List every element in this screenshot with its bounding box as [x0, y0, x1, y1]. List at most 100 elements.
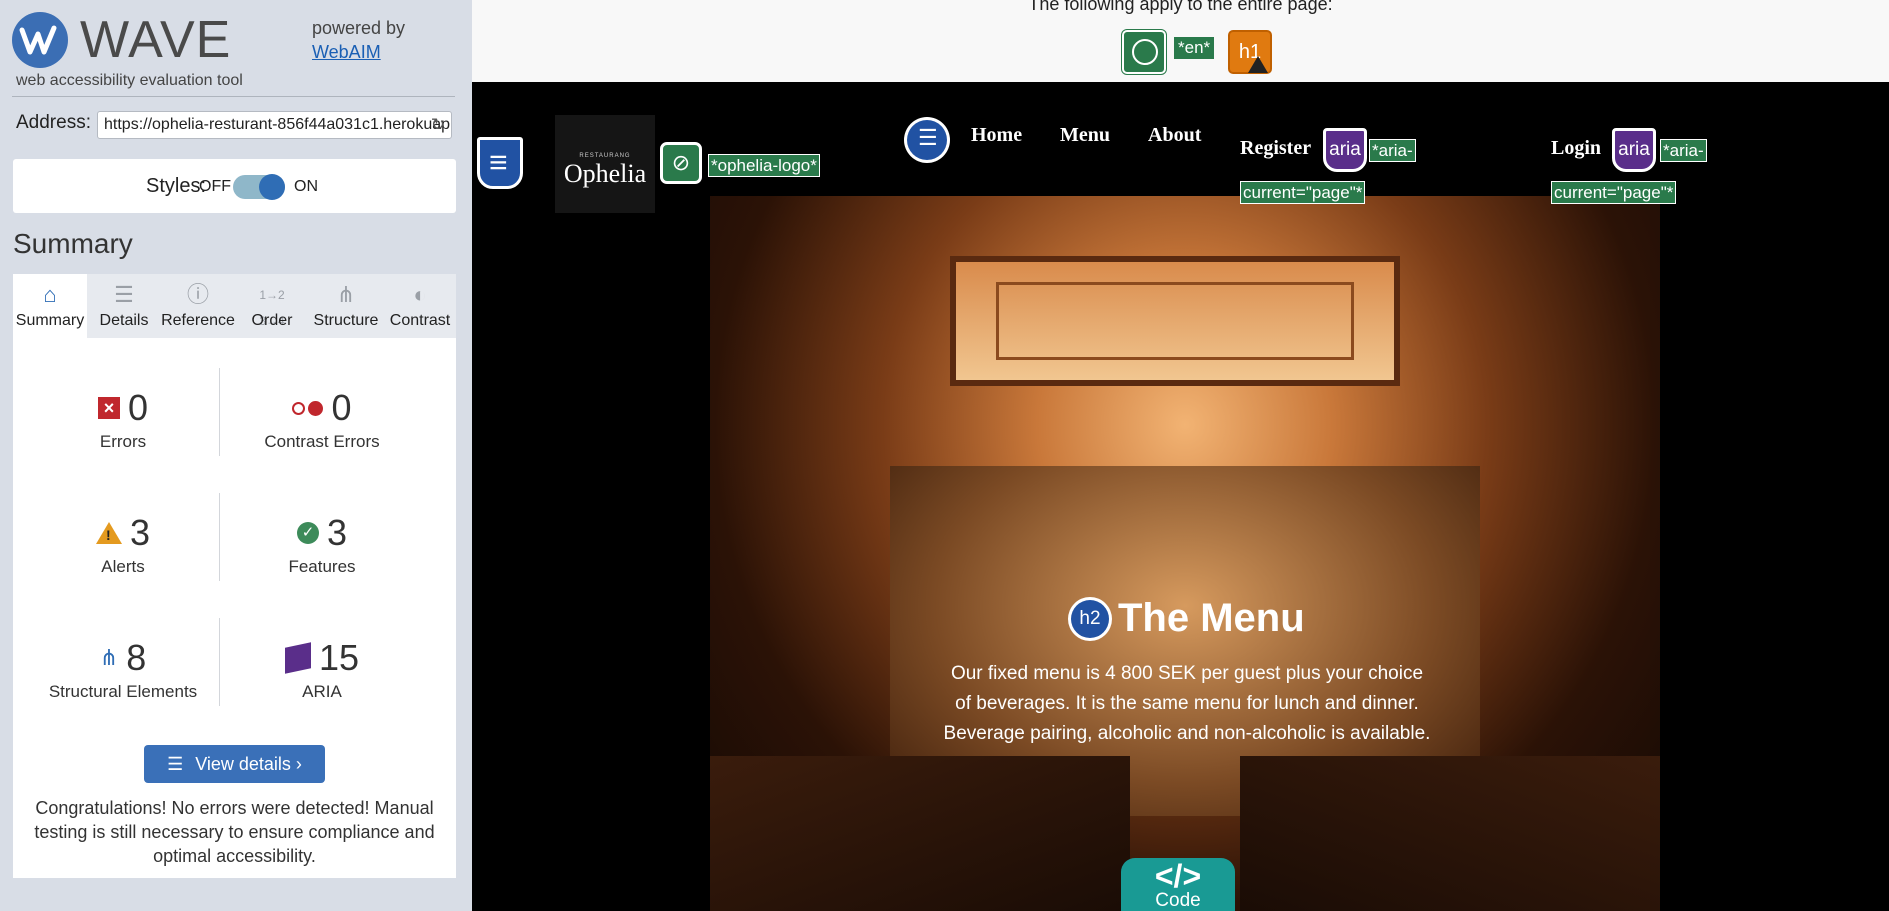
site-logo[interactable]: RESTAURANG Ophelia	[555, 115, 655, 213]
aria-current-tag: current="page"*	[1551, 181, 1677, 204]
aria-icon	[284, 642, 311, 674]
errors-label: Errors	[99, 432, 147, 451]
errors-stat[interactable]: × 0 Errors	[23, 387, 223, 452]
h2-icon[interactable]: h2	[1068, 596, 1112, 641]
tab-reference[interactable]: ⓘ Reference	[161, 274, 235, 338]
code-label: Code	[1155, 890, 1201, 911]
aria-current-tag: *aria-	[1660, 139, 1707, 162]
tab-label: Summary	[15, 312, 85, 329]
structural-label: Structural Elements	[48, 682, 198, 701]
aria-current-tag: current="page"*	[1240, 181, 1366, 204]
alert-icon: !	[95, 522, 122, 544]
link-icon[interactable]: ⊘	[660, 142, 702, 184]
structure-icon: ⋔	[99, 645, 119, 670]
hero-image	[710, 196, 1660, 911]
wave-logo-icon	[12, 12, 68, 68]
congrats-message: Congratulations! No errors were detected…	[34, 798, 435, 866]
summary-heading: Summary	[13, 228, 133, 259]
alerts-count: 3	[129, 512, 151, 553]
aria-count: 15	[318, 637, 360, 678]
styles-toggle[interactable]	[233, 174, 285, 200]
tab-details[interactable]: ☰ Details	[87, 274, 161, 338]
alerts-stat[interactable]: ! 3 Alerts	[23, 512, 223, 577]
wave-sidebar: WAVE web accessibility evaluation tool p…	[0, 0, 472, 911]
webaim-link[interactable]: WebAIM	[312, 40, 405, 64]
code-icon: </>	[1154, 858, 1202, 894]
powered-by-text: powered by	[312, 18, 406, 38]
structural-count: 8	[126, 637, 147, 678]
divider	[12, 96, 455, 97]
table-left	[710, 756, 1130, 911]
contrast-icon: ◐	[413, 282, 427, 307]
language-icon[interactable]	[1122, 30, 1166, 74]
contrast-error-icon	[292, 400, 324, 416]
menu-title: The Menu	[1118, 596, 1305, 640]
evaluated-page: The following apply to the entire page: …	[472, 0, 1889, 911]
error-icon: ×	[97, 397, 120, 419]
contrast-errors-count: 0	[331, 387, 352, 428]
aria-icon[interactable]: aria	[1612, 128, 1656, 172]
order-icon: 1→2 3→4	[259, 288, 285, 328]
list-icon: ☰	[167, 754, 184, 774]
divider	[219, 493, 220, 581]
features-count: 3	[326, 512, 348, 553]
address-value: https://ophelia-resturant-856f44a031c1.h…	[104, 116, 451, 133]
nav-about[interactable]: About	[1148, 124, 1201, 147]
nav-login[interactable]: Login	[1551, 137, 1601, 160]
address-input[interactable]: https://ophelia-resturant-856f44a031c1.h…	[97, 111, 452, 139]
tab-label: Details	[99, 312, 149, 329]
styles-off-label: OFF	[199, 178, 231, 195]
powered-by: powered by WebAIM	[312, 16, 405, 64]
home-icon: ⌂	[43, 282, 57, 307]
tab-label: Contrast	[389, 312, 451, 329]
aria-icon[interactable]: aria	[1323, 128, 1367, 172]
language-tag: *en*	[1174, 37, 1215, 59]
ceiling-light	[950, 256, 1400, 386]
divider	[219, 618, 220, 706]
info-icon: ⓘ	[186, 282, 209, 307]
tab-structure[interactable]: ⋔ Structure	[309, 274, 383, 338]
styles-toggle-panel: Styles: OFF ON	[13, 159, 456, 213]
contrast-errors-stat[interactable]: 0 Contrast Errors	[222, 387, 422, 452]
panel-tabs: ⌂ Summary ☰ Details ⓘ Reference 1→2 3→4 …	[13, 274, 456, 338]
list-icon: ☰	[114, 282, 134, 307]
menu-description: Our fixed menu is 4 800 SEK per guest pl…	[943, 663, 1431, 744]
tab-label: Structure	[313, 312, 379, 329]
checkmark-icon: ✓	[296, 522, 319, 544]
code-toggle-button[interactable]: </> Code	[1121, 858, 1235, 911]
logo-alt-tag: *ophelia-logo*	[708, 154, 820, 177]
tab-label: Reference	[161, 312, 235, 329]
structural-stat[interactable]: ⋔ 8 Structural Elements	[23, 637, 223, 702]
tab-summary[interactable]: ⌂ Summary	[13, 274, 87, 338]
address-label: Address:	[16, 112, 91, 133]
tab-label: Order	[251, 312, 293, 329]
menu-heading: h2 The Menu	[1068, 596, 1305, 641]
styles-on-label: ON	[294, 178, 318, 195]
divider	[219, 368, 220, 456]
view-details-button[interactable]: ☰ View details ›	[144, 745, 325, 783]
aria-label: ARIA	[302, 682, 342, 701]
h2-icon-text: h2	[1071, 599, 1109, 638]
refresh-icon[interactable]: ↻	[431, 115, 445, 135]
logo-text: Ophelia	[563, 159, 647, 188]
aria-stat[interactable]: 15 ARIA	[222, 637, 422, 702]
features-label: Features	[288, 557, 356, 576]
wave-logo-subtitle: web accessibility evaluation tool	[16, 72, 243, 89]
features-stat[interactable]: ✓ 3 Features	[222, 512, 422, 577]
table-right	[1240, 756, 1660, 911]
tab-order[interactable]: 1→2 3→4 Order	[235, 274, 309, 338]
page-wide-items: The following apply to the entire page: …	[472, 0, 1889, 82]
nav-menu[interactable]: Menu	[1060, 124, 1110, 147]
tab-contrast[interactable]: ◐ Contrast	[383, 274, 457, 338]
view-details-label: View details ›	[195, 754, 302, 774]
warning-icon	[1248, 56, 1268, 73]
contrast-errors-label: Contrast Errors	[264, 432, 380, 451]
nav-home[interactable]: Home	[971, 124, 1022, 147]
navigation-icon[interactable]: ☰	[904, 117, 950, 163]
structure-icon: ⋔	[336, 282, 356, 307]
page-wide-text: The following apply to the entire page:	[1028, 0, 1333, 14]
nav-register[interactable]: Register	[1240, 137, 1311, 160]
alerts-label: Alerts	[101, 557, 145, 576]
toggle-knob	[259, 174, 285, 200]
css-icon[interactable]	[477, 137, 523, 189]
